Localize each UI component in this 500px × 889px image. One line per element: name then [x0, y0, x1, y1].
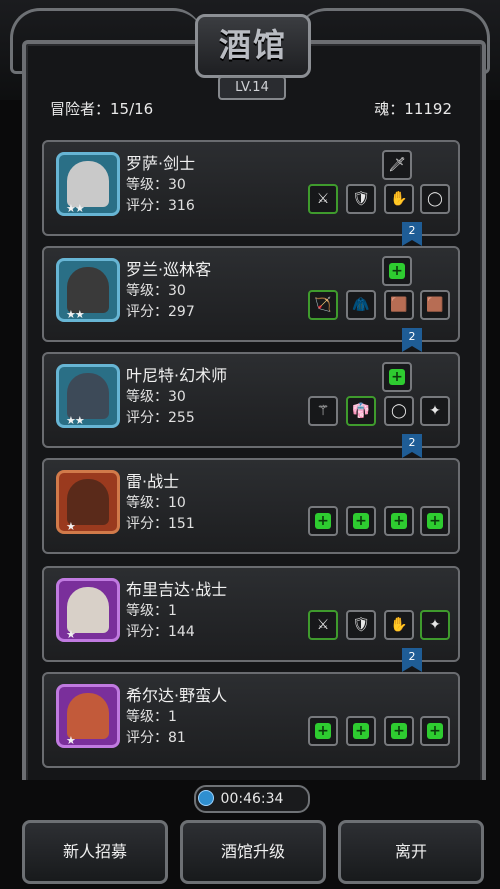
equip-slot-ring-icon[interactable]: ◯ [420, 184, 450, 214]
hero-name: 叶尼特·幻术师 [126, 366, 228, 385]
hero-stars: ★★ [66, 414, 85, 427]
equip-slot-bracer-icon[interactable]: 🟫 [384, 290, 414, 320]
tavern-level-badge: LV.14 [218, 76, 286, 100]
hero-level: 等级：10 [126, 495, 186, 511]
equip-slot-ring-icon[interactable]: ◯ [384, 396, 414, 426]
hero-name: 罗萨·剑士 [126, 154, 196, 173]
title-plate: 酒馆 [195, 14, 311, 78]
hero-stars: ★ [66, 520, 76, 533]
hero-level: 等级：30 [126, 283, 186, 299]
equip-slot-gauntlet-icon[interactable]: ✋ [384, 184, 414, 214]
hero-card-2[interactable]: ★★ 罗兰·巡林客 等级：30 评分：297 + 🏹 🧥 🟫 🟫 [42, 246, 460, 342]
hero-card-5[interactable]: ★ 布里吉达·战士 等级：1 评分：144 ⚔ 🛡 ✋ ✦ [42, 566, 460, 662]
add-equip-icon[interactable]: + [384, 506, 414, 536]
add-equip-icon[interactable]: + [384, 716, 414, 746]
hero-stars: ★ [66, 734, 76, 747]
equip-slot-armor-icon[interactable]: 🛡 [346, 610, 376, 640]
weapon-skill-icon[interactable]: 🗡 [382, 150, 412, 180]
equip-slot-amulet-icon[interactable]: ✦ [420, 610, 450, 640]
equip-slot-bow-icon[interactable]: 🏹 [308, 290, 338, 320]
hero-stars: ★★ [66, 202, 85, 215]
hero-score: 评分：316 [126, 198, 195, 214]
equip-slot-sword-icon[interactable]: ⚔ [308, 610, 338, 640]
hero-score: 评分：151 [126, 516, 195, 532]
equip-slot-gauntlet-icon[interactable]: ✋ [384, 610, 414, 640]
hero-card-3[interactable]: ★★ 叶尼特·幻术师 等级：30 评分：255 + ⚚ 👘 ◯ ✦ [42, 352, 460, 448]
add-equip-icon[interactable]: + [346, 506, 376, 536]
hero-level: 等级：30 [126, 389, 186, 405]
hero-score: 评分：144 [126, 624, 195, 640]
hero-score: 评分：81 [126, 730, 186, 746]
hero-score: 评分：255 [126, 410, 195, 426]
add-equip-icon[interactable]: + [420, 506, 450, 536]
hero-level: 等级：1 [126, 709, 177, 725]
adventurer-count: 冒险者：15/16 [50, 100, 154, 118]
hero-level: 等级：1 [126, 603, 177, 619]
add-skill-icon[interactable]: + [382, 256, 412, 286]
add-equip-icon[interactable]: + [308, 506, 338, 536]
hero-card-1[interactable]: ★★ 罗萨·剑士 等级：30 评分：316 🗡 ⚔ 🛡 ✋ ◯ [42, 140, 460, 236]
timer-orb-icon [198, 790, 214, 806]
equip-slot-sword-icon[interactable]: ⚔ [308, 184, 338, 214]
equip-slot-armor-icon[interactable]: 🛡 [346, 184, 376, 214]
hero-level: 等级：30 [126, 177, 186, 193]
hero-stars: ★ [66, 628, 76, 641]
hero-name: 希尔达·野蛮人 [126, 686, 228, 705]
equip-slot-staff-icon[interactable]: ⚚ [308, 396, 338, 426]
hero-score: 评分：297 [126, 304, 195, 320]
leave-button[interactable]: 离开 [338, 820, 484, 884]
hero-card-6[interactable]: ★ 希尔达·野蛮人 等级：1 评分：81 + + + + [42, 672, 460, 768]
add-equip-icon[interactable]: + [420, 716, 450, 746]
page-title: 酒馆 [218, 26, 287, 64]
add-skill-icon[interactable]: + [382, 362, 412, 392]
upgrade-tavern-button[interactable]: 酒馆升级 [180, 820, 326, 884]
hero-name: 雷·战士 [126, 472, 180, 491]
add-equip-icon[interactable]: + [346, 716, 376, 746]
hero-card-4[interactable]: ★ 雷·战士 等级：10 评分：151 + + + + [42, 458, 460, 554]
add-equip-icon[interactable]: + [308, 716, 338, 746]
equip-slot-armor-icon[interactable]: 🧥 [346, 290, 376, 320]
hero-name: 布里吉达·战士 [126, 580, 228, 599]
equip-slot-bracer-icon[interactable]: 🟫 [420, 290, 450, 320]
equip-slot-amulet-icon[interactable]: ✦ [420, 396, 450, 426]
equip-slot-robe-icon[interactable]: 👘 [346, 396, 376, 426]
hero-name: 罗兰·巡林客 [126, 260, 212, 279]
soul-count: 魂：11192 [374, 100, 452, 118]
recruit-button[interactable]: 新人招募 [22, 820, 168, 884]
hero-stars: ★★ [66, 308, 85, 321]
